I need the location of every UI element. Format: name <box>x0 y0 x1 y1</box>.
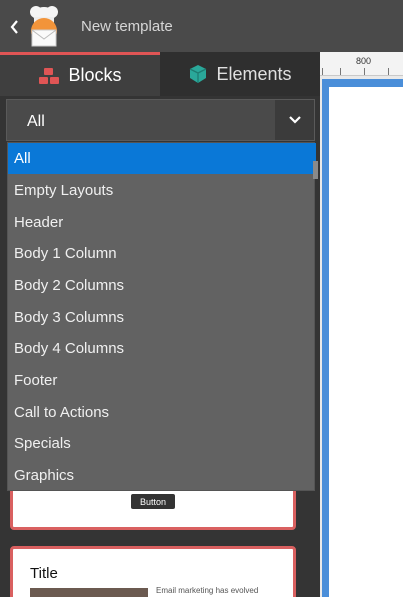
ruler-tick <box>322 68 323 75</box>
dropdown-option-header[interactable]: Header <box>8 207 316 238</box>
ruler-label: 800 <box>356 56 372 66</box>
dropdown-option-body-2-columns[interactable]: Body 2 Columns <box>8 270 316 301</box>
category-dropdown-list: All Empty Layouts Header Body 1 Column B… <box>7 142 316 491</box>
app-logo <box>24 3 64 49</box>
dropdown-option-call-to-actions[interactable]: Call to Actions <box>8 397 316 428</box>
blocks-icon <box>39 67 60 84</box>
back-arrow-icon[interactable] <box>8 18 22 36</box>
preview-title: Title <box>30 565 58 582</box>
ruler-tick <box>340 68 341 75</box>
tab-blocks-label: Blocks <box>68 65 122 85</box>
preview-text: Email marketing has evolved <box>156 586 259 595</box>
dropdown-option-all[interactable]: All <box>8 143 316 174</box>
tab-blocks[interactable]: Blocks <box>0 52 160 96</box>
cube-icon <box>190 65 207 83</box>
dropdown-toggle[interactable] <box>275 100 314 140</box>
dropdown-option-empty-layouts[interactable]: Empty Layouts <box>8 175 316 206</box>
ruler-tick <box>388 68 389 75</box>
dropdown-option-specials[interactable]: Specials <box>8 428 316 459</box>
dropdown-option-body-3-columns[interactable]: Body 3 Columns <box>8 302 316 333</box>
category-select-value: All <box>27 113 45 130</box>
dropdown-option-graphics[interactable]: Graphics <box>8 460 316 491</box>
panel-scrollbar[interactable] <box>313 161 318 179</box>
ruler-tick <box>364 68 365 75</box>
dropdown-option-footer[interactable]: Footer <box>8 365 316 396</box>
category-select[interactable] <box>6 99 315 141</box>
preview-button: Button <box>131 494 175 509</box>
template-title: New template <box>81 18 173 35</box>
dropdown-option-body-1-column[interactable]: Body 1 Column <box>8 238 316 269</box>
tab-elements-label: Elements <box>216 63 292 84</box>
dropdown-option-body-4-columns[interactable]: Body 4 Columns <box>8 333 316 364</box>
chevron-down-icon <box>288 116 301 124</box>
preview-image <box>30 588 148 597</box>
document-page[interactable] <box>329 87 403 597</box>
tab-elements[interactable]: Elements <box>160 52 320 96</box>
